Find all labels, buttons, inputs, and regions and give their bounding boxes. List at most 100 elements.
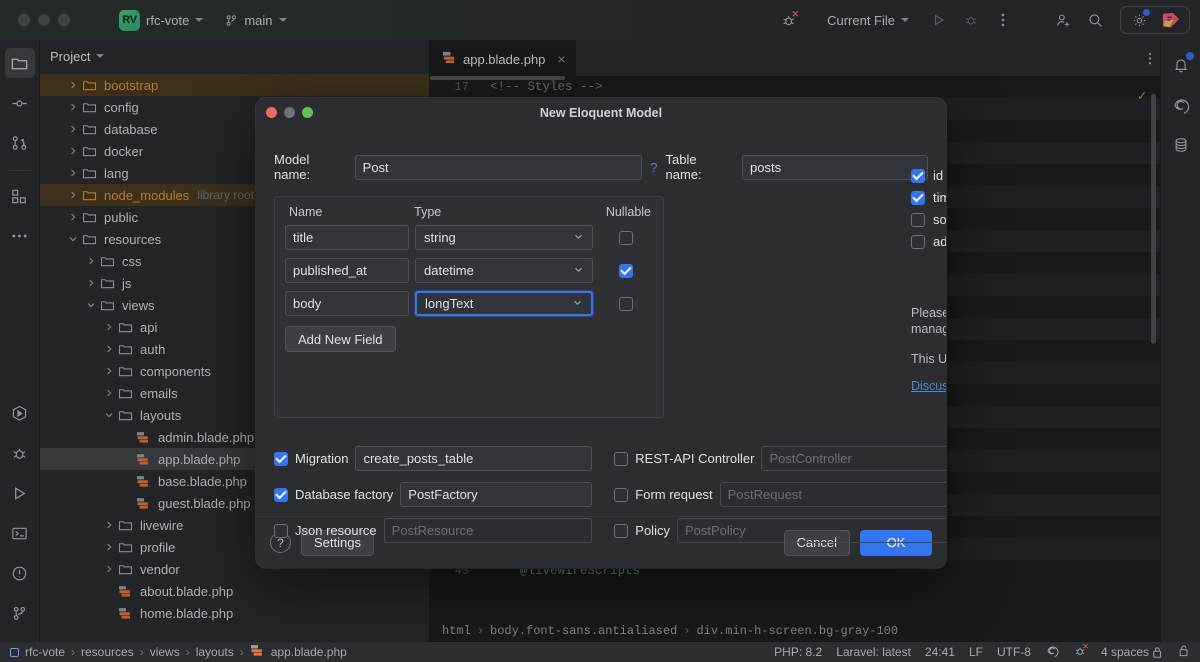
generators-grid: MigrationREST-API ControllerDatabase fac… — [274, 446, 928, 543]
line-separator-status[interactable]: LF — [969, 645, 983, 659]
generator-row-0: Migration — [274, 446, 592, 471]
dialog-minimize-button[interactable] — [284, 107, 295, 118]
chevron-down-icon — [572, 296, 583, 311]
breadcrumb-separator: › — [240, 645, 244, 659]
caret-position-status[interactable]: 24:41 — [925, 645, 955, 659]
model-option-label: timestamps (created_at, updated_at) — [933, 190, 946, 205]
status-bar-breadcrumb[interactable]: rfc-vote›resources›views›layouts›app.bla… — [10, 643, 347, 661]
model-name-input[interactable] — [355, 155, 643, 180]
field-type-select-box[interactable]: string — [415, 225, 593, 250]
table-name-input[interactable] — [742, 155, 928, 180]
ai-chat-icon[interactable] — [1045, 644, 1059, 661]
dialog-body: Model name: ? Table name: Name Type Null… — [256, 128, 946, 516]
field-type-value: string — [424, 230, 456, 245]
development-notice-text: This UI is still under development. — [911, 351, 946, 367]
model-option-checkbox-0[interactable] — [911, 169, 925, 183]
field-row: datetime — [285, 258, 653, 283]
add-new-field-button[interactable]: Add New Field — [285, 326, 396, 352]
generator-checkbox-1[interactable] — [614, 452, 628, 466]
model-option-3[interactable]: add $fillable array to the model class — [911, 234, 946, 249]
model-option-label: add $fillable array to the model class — [933, 234, 946, 249]
breadcrumb-separator: › — [140, 645, 144, 659]
ide-window: RV rfc-vote main ✕ Current File — [0, 0, 1200, 662]
fields-table-header: Name Type Nullable — [285, 205, 653, 225]
generator-checkbox-3[interactable] — [614, 488, 628, 502]
field-name-input-1[interactable] — [285, 258, 409, 283]
generator-checkbox-2[interactable] — [274, 488, 288, 502]
status-breadcrumb-item[interactable]: views — [150, 645, 180, 659]
generator-input-5[interactable] — [677, 518, 946, 543]
model-option-1[interactable]: timestamps (created_at, updated_at) — [911, 190, 946, 205]
generator-label: Database factory — [295, 487, 393, 502]
field-nullable-cell — [599, 264, 653, 278]
status-breadcrumb-item[interactable]: resources — [81, 645, 134, 659]
indent-status[interactable]: 4 spaces — [1101, 645, 1164, 659]
model-option-checkbox-2[interactable] — [911, 213, 925, 227]
keyboard-help-text: Please use the Tab, Shift-Tab, and Space… — [911, 305, 946, 337]
dialog-traffic-lights[interactable] — [266, 107, 313, 118]
generator-checkbox-4[interactable] — [274, 524, 288, 538]
php-version-status[interactable]: PHP: 8.2 — [774, 645, 822, 659]
encoding-status[interactable]: UTF-8 — [997, 645, 1031, 659]
field-type-value: longText — [425, 296, 473, 311]
generator-label: Migration — [295, 451, 348, 466]
status-breadcrumb-item[interactable]: layouts — [196, 645, 234, 659]
field-type-select-box[interactable]: longText — [415, 291, 593, 316]
generator-input-4[interactable] — [384, 518, 593, 543]
new-eloquent-model-dialog: New Eloquent Model Model name: ? Table n… — [256, 98, 946, 568]
generator-checkbox-0[interactable] — [274, 452, 288, 466]
generator-input-0[interactable] — [355, 446, 592, 471]
column-header-name: Name — [289, 205, 414, 219]
breadcrumb-separator: › — [71, 645, 75, 659]
field-type-select-2[interactable]: longText — [415, 291, 593, 316]
model-option-label: id field (id) — [933, 168, 946, 183]
chevron-down-icon — [573, 230, 584, 245]
field-name-input-0[interactable] — [285, 225, 409, 250]
discussion-link[interactable]: Discussion here. — [911, 379, 946, 393]
field-nullable-checkbox-0[interactable] — [619, 231, 633, 245]
field-nullable-cell — [599, 297, 653, 311]
lock-icon — [1152, 646, 1164, 659]
generator-input-3[interactable] — [720, 482, 946, 507]
chevron-down-icon — [573, 263, 584, 278]
generator-row-1: REST-API Controller — [614, 446, 946, 471]
status-breadcrumb-item[interactable]: rfc-vote — [25, 645, 65, 659]
dialog-title-bar: New Eloquent Model — [256, 98, 946, 128]
model-option-2[interactable]: soft deletes (deleted_at) — [911, 212, 946, 227]
generator-label: Policy — [635, 523, 670, 538]
unlock-icon[interactable] — [1178, 644, 1190, 661]
status-bar-right: PHP: 8.2 Laravel: latest 24:41 LF UTF-8 … — [774, 644, 1190, 661]
generator-input-1[interactable] — [761, 446, 946, 471]
field-nullable-cell — [599, 231, 653, 245]
column-header-nullable: Nullable — [593, 205, 651, 219]
field-row: string — [285, 225, 653, 250]
status-bar: rfc-vote›resources›views›layouts›app.bla… — [0, 642, 1200, 662]
status-current-file[interactable]: app.blade.php — [271, 645, 347, 659]
blade-file-icon — [250, 643, 265, 661]
model-option-label: soft deletes (deleted_at) — [933, 212, 946, 227]
model-options-list: id field (id) timestamps (created_at, upd… — [911, 168, 946, 249]
field-type-select-1[interactable]: datetime — [415, 258, 593, 283]
model-option-0[interactable]: id field (id) — [911, 168, 946, 183]
project-marker-icon — [10, 648, 19, 657]
model-option-checkbox-1[interactable] — [911, 191, 925, 205]
field-name-input-2[interactable] — [285, 291, 409, 316]
generator-row-2: Database factory — [274, 482, 592, 507]
field-type-select-0[interactable]: string — [415, 225, 593, 250]
dialog-maximize-button[interactable] — [302, 107, 313, 118]
generator-input-2[interactable] — [400, 482, 592, 507]
dialog-close-button[interactable] — [266, 107, 277, 118]
laravel-version-status[interactable]: Laravel: latest — [836, 645, 911, 659]
model-option-checkbox-3[interactable] — [911, 235, 925, 249]
generator-label: Json resource — [295, 523, 377, 538]
field-nullable-checkbox-2[interactable] — [619, 297, 633, 311]
generator-row-4: Json resource — [274, 518, 592, 543]
field-nullable-checkbox-1[interactable] — [619, 264, 633, 278]
fields-table-rows: string datetime longText — [285, 225, 653, 316]
generator-checkbox-5[interactable] — [614, 524, 628, 538]
field-type-select-box[interactable]: datetime — [415, 258, 593, 283]
help-marker-icon[interactable]: ? — [650, 160, 657, 175]
table-name-label: Table name: — [666, 152, 734, 182]
debug-error-status-icon[interactable]: ✕ — [1073, 644, 1087, 661]
generator-row-3: Form request — [614, 482, 946, 507]
